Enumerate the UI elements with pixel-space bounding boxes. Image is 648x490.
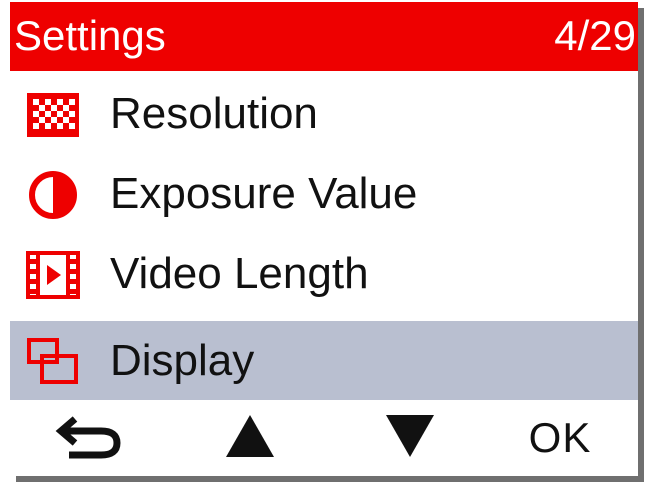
resolution-checker-icon: [26, 90, 80, 140]
menu-item-label: Video Length: [110, 249, 369, 298]
menu-item-exposure-value[interactable]: Exposure Value: [10, 154, 638, 234]
down-button[interactable]: [370, 400, 450, 476]
back-button[interactable]: [50, 400, 130, 476]
footer-button-bar: OK: [10, 400, 638, 476]
ok-button-label: OK: [528, 414, 592, 461]
menu-item-label: Display: [110, 336, 255, 385]
menu-item-label: Resolution: [110, 89, 318, 138]
display-screens-icon: [26, 337, 80, 387]
screen-shadow-right: [638, 8, 644, 482]
device-frame: Settings 4/29 Resolution Exposure Value …: [0, 0, 648, 490]
page-title: Settings: [14, 12, 166, 59]
ok-button[interactable]: OK: [510, 400, 610, 476]
menu-item-label: Exposure Value: [110, 169, 418, 218]
menu-item-video-length[interactable]: Video Length: [10, 234, 638, 314]
header-bar: Settings 4/29: [10, 2, 638, 71]
page-counter: 4/29: [554, 12, 636, 59]
menu-item-resolution[interactable]: Resolution: [10, 74, 638, 154]
down-triangle-icon: [382, 411, 438, 466]
video-film-play-icon: [26, 250, 80, 300]
screen-shadow-bottom: [16, 476, 644, 482]
up-triangle-icon: [222, 411, 278, 466]
back-arrow-icon: [55, 411, 125, 466]
exposure-half-circle-icon: [26, 170, 80, 220]
up-button[interactable]: [210, 400, 290, 476]
settings-screen: Settings 4/29 Resolution Exposure Value …: [10, 2, 638, 476]
menu-item-display[interactable]: Display: [10, 321, 638, 401]
